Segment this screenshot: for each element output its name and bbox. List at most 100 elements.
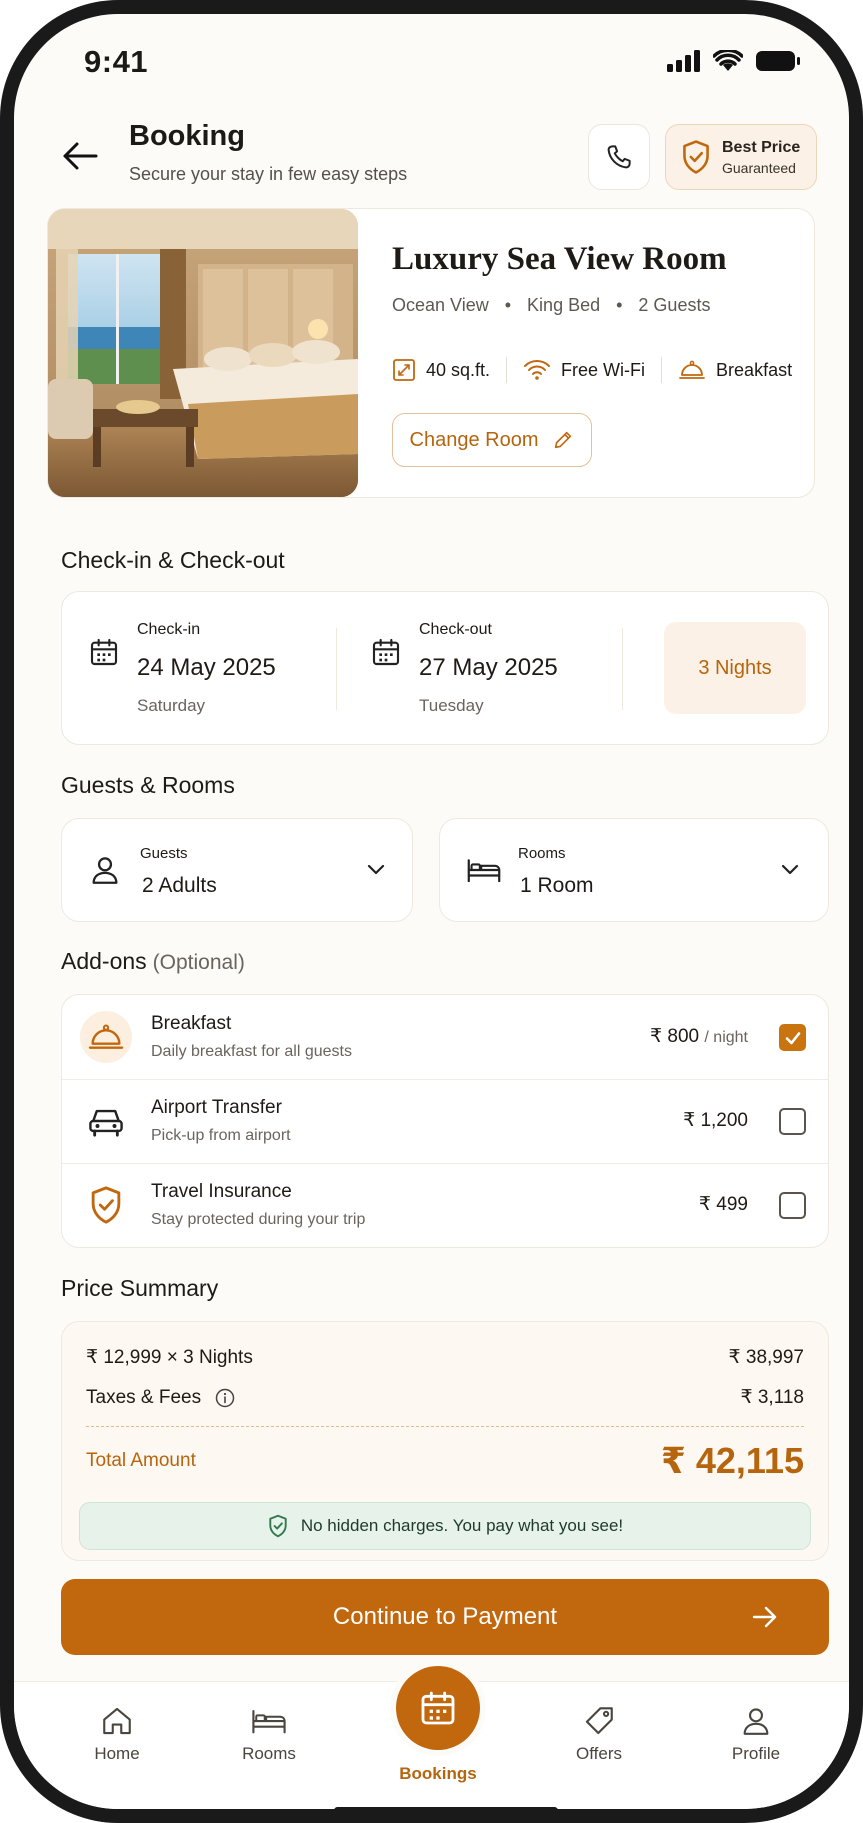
addon-name: Breakfast: [151, 1013, 232, 1034]
page-subtitle: Secure your stay in few easy steps: [129, 164, 408, 184]
continue-to-payment-button[interactable]: Continue to Payment: [61, 1579, 829, 1655]
date-divider: [622, 628, 623, 710]
addon-price-value: ₹ 800: [650, 1026, 700, 1047]
addon-airport-transfer[interactable]: Airport Transfer Pick-up from airport ₹ …: [62, 1079, 828, 1163]
nights-badge: 3 Nights: [664, 622, 806, 714]
call-button[interactable]: [588, 124, 650, 190]
wifi-icon: [524, 360, 551, 380]
calendar-icon: [90, 638, 118, 666]
feature-breakfast: Breakfast: [678, 358, 792, 382]
addon-price-value: ₹ 1,200: [683, 1110, 748, 1131]
rooms-value: 1 Room: [520, 874, 594, 897]
addon-price-value: ₹ 499: [698, 1194, 748, 1215]
guests-value: 2 Adults: [142, 874, 217, 897]
best-price-subtitle: Guaranteed: [722, 159, 796, 176]
tab-profile[interactable]: Profile: [696, 1704, 816, 1764]
tab-rooms[interactable]: Rooms: [209, 1704, 329, 1764]
checkout-field[interactable]: Check-out 27 May 2025 Tuesday: [344, 592, 614, 744]
tab-bookings-label: Bookings: [399, 1764, 477, 1783]
change-room-label: Change Room: [409, 428, 539, 451]
tag-icon: [585, 1707, 613, 1735]
page-title: Booking: [129, 120, 245, 152]
rate-label: ₹ 12,999 × 3 Nights: [86, 1347, 253, 1368]
info-icon[interactable]: [215, 1388, 235, 1408]
dates-section-title: Check-in & Check-out: [61, 547, 285, 573]
checkin-label: Check-in: [137, 621, 201, 638]
calendar-icon: [421, 1691, 455, 1725]
checkout-label: Check-out: [419, 621, 492, 638]
addon-insurance-icon: [80, 1179, 132, 1231]
price-section-title: Price Summary: [61, 1275, 219, 1301]
rooms-select[interactable]: Rooms 1 Room: [439, 818, 829, 922]
no-hidden-charges-note: No hidden charges. You pay what you see!: [79, 1502, 811, 1550]
best-price-title: Best Price: [722, 138, 801, 156]
user-icon: [743, 1708, 769, 1735]
addon-desc: Pick-up from airport: [151, 1127, 291, 1144]
best-price-badge[interactable]: Best Price Guaranteed: [665, 124, 817, 190]
checkout-date: 27 May 2025: [419, 654, 558, 681]
pencil-icon: [555, 431, 572, 449]
cloche-icon: [679, 360, 705, 379]
battery-icon: [756, 51, 800, 71]
meta-separator: •: [616, 295, 623, 315]
home-indicator[interactable]: [334, 1807, 558, 1809]
tab-rooms-label: Rooms: [242, 1744, 296, 1763]
price-row-total: Total Amount ₹ 42,115: [86, 1440, 804, 1482]
room-photo-illustration: [48, 209, 358, 497]
total-value: ₹ 42,115: [660, 1440, 804, 1481]
addon-breakfast-checkbox[interactable]: [779, 1024, 806, 1051]
meta-separator: •: [504, 295, 512, 315]
tab-offers-label: Offers: [576, 1744, 622, 1763]
room-photo: [48, 209, 358, 497]
car-icon: [89, 1109, 123, 1137]
guests-section-title: Guests & Rooms: [61, 772, 235, 798]
tab-offers[interactable]: Offers: [539, 1704, 659, 1764]
calendar-icon: [372, 638, 400, 666]
status-time: 9:41: [84, 44, 149, 79]
addon-price: ₹ 499: [699, 1193, 748, 1216]
shield-check-icon: [683, 140, 709, 174]
total-label: Total Amount: [86, 1450, 196, 1471]
arrow-left-icon: [63, 142, 98, 170]
tab-home[interactable]: Home: [57, 1704, 177, 1764]
checkin-field[interactable]: Check-in 24 May 2025 Saturday: [62, 592, 332, 744]
addon-transfer-checkbox[interactable]: [779, 1108, 806, 1135]
tab-bookings[interactable]: Bookings: [378, 1764, 498, 1784]
change-room-button[interactable]: Change Room: [392, 413, 592, 467]
taxes-label: Taxes & Fees: [86, 1386, 202, 1408]
wifi-status-icon: [713, 50, 743, 71]
addon-desc: Stay protected during your trip: [151, 1211, 366, 1228]
cloche-icon: [88, 1024, 124, 1049]
addon-travel-insurance[interactable]: Travel Insurance Stay protected during y…: [62, 1163, 828, 1247]
screen: 9:41 Booking Secure your stay in few eas…: [14, 14, 849, 1809]
user-icon: [92, 857, 118, 884]
addons-section-title: Add-ons (Optional): [61, 948, 245, 975]
no-hidden-text: No hidden charges. You pay what you see!: [300, 1516, 624, 1535]
chevron-down-icon: [367, 864, 385, 875]
feature-divider: [661, 357, 663, 383]
room-meta-bed: King Bed: [527, 295, 601, 315]
addon-name: Airport Transfer: [151, 1097, 282, 1118]
feature-divider: [506, 357, 508, 383]
addon-name: Travel Insurance: [151, 1181, 292, 1202]
price-summary-card: ₹ 12,999 × 3 Nights ₹ 38,997 Taxes & Fee…: [61, 1321, 829, 1561]
addon-desc: Daily breakfast for all guests: [151, 1043, 352, 1060]
date-divider: [336, 628, 337, 710]
rooms-label: Rooms: [518, 845, 566, 862]
header: Booking Secure your stay in few easy ste…: [14, 106, 849, 206]
bookings-fab[interactable]: [396, 1666, 480, 1750]
room-meta-view: Ocean View: [392, 295, 489, 315]
addon-transfer-icon: [80, 1095, 132, 1147]
addon-price-unit: / night: [704, 1029, 748, 1046]
area-icon: [393, 359, 415, 381]
room-card: Luxury Sea View Room Ocean View • King B…: [47, 208, 815, 498]
room-meta-guests: 2 Guests: [638, 295, 711, 315]
checkout-day: Tuesday: [419, 696, 484, 715]
tab-profile-label: Profile: [731, 1744, 781, 1763]
addon-breakfast[interactable]: Breakfast Daily breakfast for all guests…: [62, 995, 828, 1079]
bed-icon: [252, 1710, 286, 1734]
back-button[interactable]: [50, 126, 110, 186]
addon-insurance-checkbox[interactable]: [779, 1192, 806, 1219]
guests-select[interactable]: Guests 2 Adults: [61, 818, 413, 922]
taxes-value: ₹ 3,118: [740, 1387, 804, 1408]
